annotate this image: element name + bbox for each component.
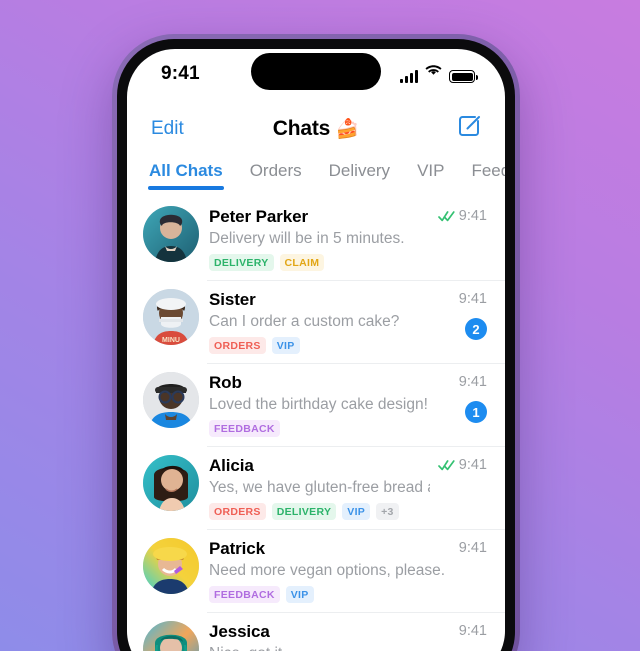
chat-meta-top: 9:41	[437, 208, 487, 224]
chat-timestamp: 9:41	[458, 374, 487, 390]
chat-timestamp: 9:41	[458, 291, 487, 307]
dynamic-island	[251, 53, 381, 90]
chat-item-meta: 9:41	[459, 538, 487, 603]
chat-list-item[interactable]: Patrick Need more vegan options, please. F…	[127, 529, 505, 612]
compose-icon[interactable]	[455, 112, 483, 140]
chat-item-meta: 9:41 1	[459, 372, 487, 437]
navigation-bar: Edit Chats 🍰	[127, 103, 505, 155]
tab-orders[interactable]: Orders	[250, 161, 302, 190]
phone-screen: 9:41 Edit Chats 🍰 All Chats Orders Deliv…	[127, 49, 505, 651]
tab-bar[interactable]: All ChatsOrdersDeliveryVIPFeedbackE	[127, 155, 505, 197]
status-bar-icons	[399, 65, 478, 83]
chat-contact-name: Peter Parker	[209, 207, 308, 226]
chat-tag-delivery[interactable]: DELIVERY	[209, 254, 274, 271]
chat-list-item[interactable]: MINU Sister Can I order a custom cake? ORDE…	[127, 280, 505, 363]
chat-list-item[interactable]: Rob Loved the birthday cake design! FEEDBA…	[127, 363, 505, 446]
tag-overflow-count[interactable]: +3	[376, 503, 399, 520]
cellular-signal-icon	[399, 70, 418, 83]
chat-contact-name: Sister	[209, 290, 256, 309]
edit-button[interactable]: Edit	[151, 118, 184, 140]
chat-item-body: Peter Parker Delivery will be in 5 minute…	[209, 206, 430, 271]
battery-icon	[449, 70, 478, 83]
chat-tag-delivery[interactable]: DELIVERY	[271, 503, 337, 520]
cake-emoji: 🍰	[335, 119, 360, 140]
chat-preview-message: Delivery will be in 5 minutes.	[209, 230, 405, 247]
chat-item-meta: 9:41	[459, 621, 487, 651]
avatar: MINU	[143, 289, 199, 345]
chat-tag-row: FEEDBACK	[209, 420, 451, 437]
tab-vip[interactable]: VIP	[417, 161, 444, 190]
double-check-read-icon	[437, 459, 455, 471]
chat-preview-message: Can I order a custom cake?	[209, 313, 400, 330]
chat-tag-row: DELIVERY CLAIM	[209, 254, 430, 271]
chat-item-meta: 9:41	[437, 455, 487, 520]
chat-tag-orders[interactable]: ORDERS	[209, 337, 266, 354]
chat-timestamp: 9:41	[458, 208, 487, 224]
tab-feedback[interactable]: Feedback	[471, 161, 505, 190]
chat-list-item[interactable]: Peter Parker Delivery will be in 5 minute…	[127, 197, 505, 280]
chat-item-body: Alicia Yes, we have gluten-free bread ava…	[209, 455, 430, 520]
phone-device-frame: 9:41 Edit Chats 🍰 All Chats Orders Deliv…	[112, 34, 520, 651]
chat-tag-feedback[interactable]: FEEDBACK	[209, 586, 280, 603]
avatar	[143, 538, 199, 594]
chat-tag-vip[interactable]: VIP	[342, 503, 371, 520]
chat-preview-message: Nice, got it.	[209, 643, 451, 651]
status-bar: 9:41	[127, 49, 505, 103]
chat-preview-message: Need more vegan options, please.	[209, 562, 446, 579]
chat-list-item[interactable]: Jessica Nice, got it. 9:41	[127, 612, 505, 651]
chat-item-body: Rob Loved the birthday cake design! FEEDBA…	[209, 372, 451, 437]
chat-item-body: Patrick Need more vegan options, please. F…	[209, 538, 451, 603]
chat-contact-name: Patrick	[209, 539, 266, 558]
chat-timestamp: 9:41	[458, 623, 487, 639]
chat-meta-top: 9:41	[459, 291, 487, 307]
chat-list[interactable]: Peter Parker Delivery will be in 5 minute…	[127, 197, 505, 651]
tab-delivery[interactable]: Delivery	[329, 161, 390, 190]
chat-item-body: Jessica Nice, got it.	[209, 621, 451, 651]
svg-text:MINU: MINU	[162, 337, 180, 344]
avatar	[143, 372, 199, 428]
unread-count-badge: 2	[465, 318, 487, 340]
chat-meta-top: 9:41	[459, 540, 487, 556]
phone-bezel: 9:41 Edit Chats 🍰 All Chats Orders Deliv…	[117, 39, 515, 651]
chat-timestamp: 9:41	[458, 457, 487, 473]
chat-meta-top: 9:41	[459, 623, 487, 639]
status-bar-time: 9:41	[161, 63, 200, 84]
chat-contact-name: Jessica	[209, 622, 270, 641]
chat-tag-row: FEEDBACK VIP	[209, 586, 451, 603]
page-title-text: Chats	[272, 117, 331, 140]
avatar	[143, 621, 199, 651]
chat-tag-orders[interactable]: ORDERS	[209, 503, 266, 520]
chat-item-meta: 9:41	[437, 206, 487, 271]
avatar	[143, 455, 199, 511]
chat-contact-name: Alicia	[209, 456, 254, 475]
tab-all-chats[interactable]: All Chats	[148, 161, 224, 190]
chat-list-item[interactable]: Alicia Yes, we have gluten-free bread ava…	[127, 446, 505, 529]
chat-contact-name: Rob	[209, 373, 242, 392]
chat-item-meta: 9:41 2	[459, 289, 487, 354]
chat-tag-vip[interactable]: VIP	[285, 586, 314, 603]
double-check-read-icon	[437, 210, 455, 222]
chat-meta-top: 9:41	[459, 374, 487, 390]
chat-tag-vip[interactable]: VIP	[271, 337, 300, 354]
unread-count-badge: 1	[465, 401, 487, 423]
chat-preview-message: Yes, we have gluten-free bread available…	[209, 479, 430, 496]
chat-item-body: Sister Can I order a custom cake? ORDERS VI…	[209, 289, 451, 354]
chat-tag-feedback[interactable]: FEEDBACK	[209, 420, 280, 437]
chat-meta-top: 9:41	[437, 457, 487, 473]
chat-preview-message: Loved the birthday cake design!	[209, 396, 428, 413]
avatar	[143, 206, 199, 262]
chat-tag-row: ORDERS DELIVERY VIP +3	[209, 503, 430, 520]
chat-timestamp: 9:41	[458, 540, 487, 556]
chat-tag-claim[interactable]: CLAIM	[279, 254, 325, 271]
chat-tag-row: ORDERS VIP	[209, 337, 451, 354]
wifi-icon	[425, 65, 442, 83]
